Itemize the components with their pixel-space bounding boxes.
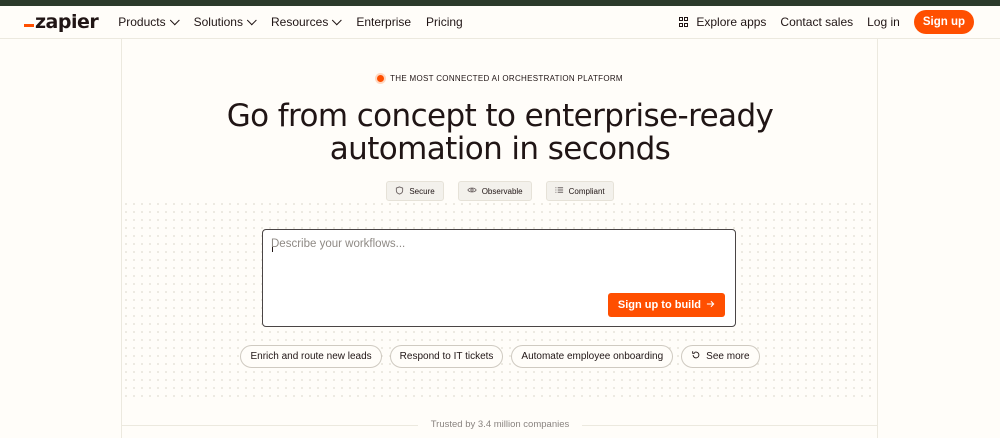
refresh-icon bbox=[691, 350, 701, 363]
shield-icon bbox=[395, 185, 404, 197]
feature-badge-observable: Observable bbox=[457, 181, 532, 201]
build-button-label: Sign up to build bbox=[617, 299, 701, 311]
nav-resources-label: Resources bbox=[270, 15, 329, 29]
feature-observable-label: Observable bbox=[481, 186, 523, 196]
headline-line-2: automation in seconds bbox=[329, 131, 671, 167]
nav-solutions-label: Solutions bbox=[193, 15, 243, 29]
suggestion-chip-it-tickets[interactable]: Respond to IT tickets bbox=[389, 345, 504, 368]
nav-products-label: Products bbox=[118, 15, 166, 29]
zapier-logo[interactable]: zapier bbox=[24, 11, 99, 33]
list-icon bbox=[554, 186, 564, 196]
see-more-label: See more bbox=[706, 351, 750, 362]
logo-underscore-mark bbox=[24, 24, 34, 27]
nav-products[interactable]: Products bbox=[118, 14, 180, 29]
chevron-down-icon bbox=[332, 14, 343, 25]
headline-line-1: Go from concept to enterprise-ready bbox=[226, 98, 774, 134]
nav-pricing-label: Pricing bbox=[426, 15, 463, 29]
trusted-by-text: Trusted by 3.4 million companies bbox=[430, 419, 570, 430]
chevron-down-icon bbox=[169, 14, 180, 25]
feature-badges: Secure Observable Compliant bbox=[0, 181, 1000, 201]
login-label: Log in bbox=[867, 15, 900, 29]
nav-enterprise[interactable]: Enterprise bbox=[356, 15, 411, 29]
feature-compliant-label: Compliant bbox=[568, 186, 605, 196]
see-more-button[interactable]: See more bbox=[681, 345, 760, 368]
nav-enterprise-label: Enterprise bbox=[356, 15, 412, 29]
pulse-dot-icon bbox=[377, 75, 385, 82]
suggestion-chip-onboarding[interactable]: Automate employee onboarding bbox=[511, 345, 674, 368]
suggestion-chip-leads[interactable]: Enrich and route new leads bbox=[240, 345, 382, 368]
hero-tagline-text: THE MOST CONNECTED AI ORCHESTRATION PLAT… bbox=[390, 74, 623, 83]
contact-sales-label: Contact sales bbox=[780, 15, 854, 29]
nav-solutions[interactable]: Solutions bbox=[193, 14, 257, 29]
hero-headline: Go from concept to enterprise-ready auto… bbox=[0, 100, 1000, 166]
sign-up-to-build-button[interactable]: Sign up to build bbox=[607, 293, 725, 317]
nav-pricing[interactable]: Pricing bbox=[426, 15, 463, 29]
nav-resources[interactable]: Resources bbox=[270, 14, 343, 29]
login-link[interactable]: Log in bbox=[867, 15, 900, 29]
app-grid-icon bbox=[678, 17, 689, 27]
eye-icon bbox=[467, 186, 477, 196]
explore-apps-label: Explore apps bbox=[696, 15, 767, 29]
workflow-prompt-box: Sign up to build bbox=[262, 229, 736, 327]
workflow-description-input[interactable] bbox=[271, 238, 726, 288]
secondary-nav: Explore apps Contact sales Log in Sign u… bbox=[678, 10, 974, 34]
primary-nav: Products Solutions Resources Enterprise … bbox=[118, 14, 463, 29]
hero-tagline: THE MOST CONNECTED AI ORCHESTRATION PLAT… bbox=[0, 74, 1000, 83]
arrow-right-icon bbox=[706, 299, 715, 311]
feature-badge-compliant: Compliant bbox=[545, 181, 614, 201]
chevron-down-icon bbox=[246, 14, 257, 25]
top-navigation: zapier Products Solutions Resources Ente… bbox=[0, 6, 1000, 39]
explore-apps-link[interactable]: Explore apps bbox=[678, 15, 767, 29]
frame-divider-right bbox=[877, 39, 878, 438]
feature-secure-label: Secure bbox=[409, 186, 435, 196]
contact-sales-link[interactable]: Contact sales bbox=[780, 15, 853, 29]
signup-button[interactable]: Sign up bbox=[913, 10, 974, 34]
feature-badge-secure: Secure bbox=[386, 181, 444, 201]
logo-text: zapier bbox=[35, 11, 99, 33]
suggestion-chips: Enrich and route new leads Respond to IT… bbox=[0, 345, 1000, 368]
